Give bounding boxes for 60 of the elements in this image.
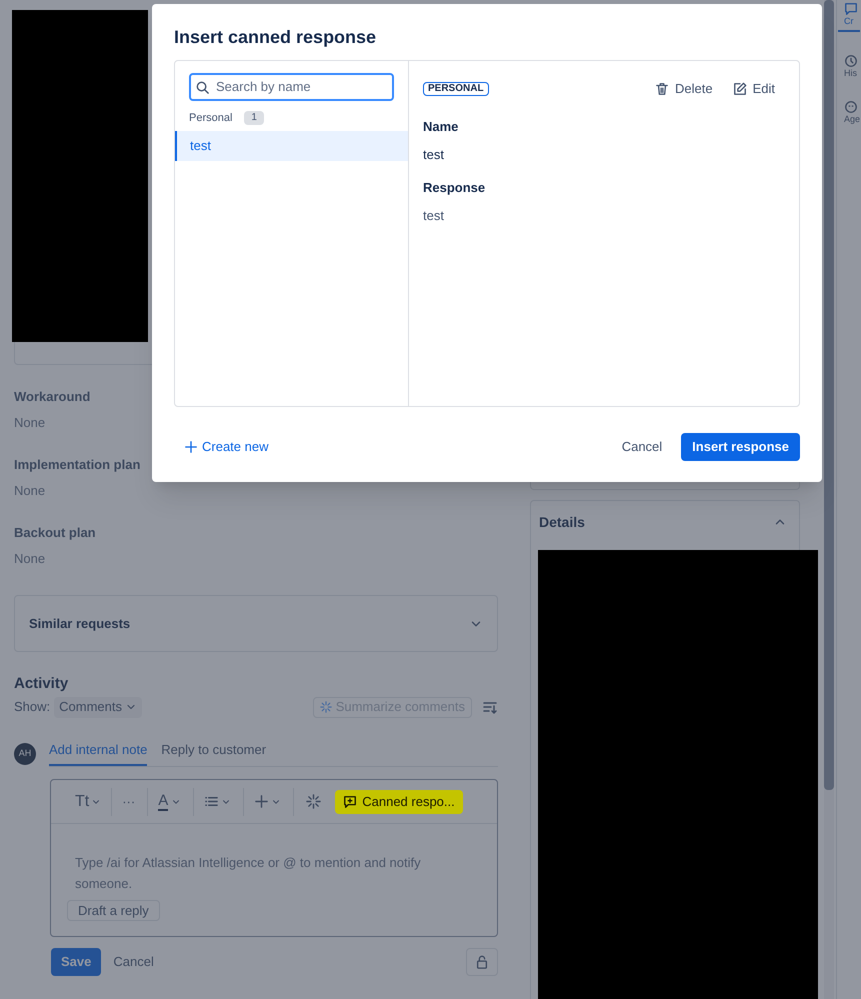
draft-reply-button[interactable]: Draft a reply: [67, 900, 160, 921]
scrollbar[interactable]: [824, 0, 834, 999]
list-item[interactable]: test: [175, 131, 408, 161]
chat-icon: [844, 2, 858, 16]
section-heading: Activity: [14, 674, 70, 694]
rail-item[interactable]: Cr: [838, 2, 860, 32]
avatar: AH: [14, 742, 36, 764]
dialog-title: Insert canned response: [174, 26, 378, 49]
text-style-button[interactable]: Tt: [71, 788, 106, 816]
field-value: test: [423, 206, 445, 224]
insert-response-button[interactable]: Insert response: [681, 433, 800, 461]
plus-icon: [254, 794, 270, 809]
field-value: None: [14, 482, 46, 500]
field-label: Response: [423, 179, 486, 197]
tab[interactable]: Reply to customer: [161, 740, 266, 766]
chat-plus-icon: [343, 794, 358, 808]
similar-requests-panel[interactable]: Similar requests: [14, 595, 498, 652]
sparkle-icon: [320, 701, 332, 713]
edit-icon: [732, 82, 747, 96]
rail-item[interactable]: His: [838, 54, 860, 78]
count-badge: 1: [244, 111, 264, 125]
unlock-icon: [475, 955, 489, 969]
field-label: Name: [423, 118, 460, 136]
cancel-button[interactable]: Cancel: [610, 433, 674, 461]
field-label: Workaround: [14, 388, 92, 406]
create-new-button[interactable]: Create new: [184, 437, 268, 457]
rail-label: Cr: [844, 16, 854, 26]
search-field[interactable]: Search by name: [189, 73, 394, 101]
category-badge: PERSONAL: [423, 82, 489, 96]
field-value: None: [14, 414, 46, 432]
save-button[interactable]: Save: [51, 948, 102, 976]
cancel-button[interactable]: Cancel: [101, 948, 166, 976]
edit-button[interactable]: Edit: [732, 79, 775, 99]
filter-dropdown[interactable]: Comments: [54, 696, 142, 718]
show-label: Show:: [14, 698, 50, 716]
search-input[interactable]: Search by name: [216, 77, 388, 97]
lock-button[interactable]: [466, 948, 498, 976]
rail-label: His: [844, 68, 857, 78]
delete-button[interactable]: Delete: [655, 79, 713, 99]
field-value: test: [423, 146, 445, 164]
canned-response-button[interactable]: Canned respo...: [335, 790, 463, 814]
trash-icon: [655, 82, 670, 96]
panel-title: Details: [539, 512, 585, 532]
panel-title: Similar requests: [29, 614, 130, 633]
rail-label: Age: [844, 114, 860, 124]
group-label: Personal: [189, 110, 232, 126]
rail-item[interactable]: Age: [838, 100, 860, 124]
search-icon: [195, 80, 210, 94]
plus-icon: [184, 440, 198, 454]
list-icon: [204, 794, 220, 809]
more-button[interactable]: ···: [111, 788, 146, 816]
clock-icon: [844, 54, 858, 68]
sparkle-icon: [306, 794, 322, 809]
field-label: Implementation plan: [14, 456, 142, 474]
field-value: None: [14, 550, 46, 568]
text-color-button[interactable]: A: [147, 788, 192, 816]
field-label: Backout plan: [14, 524, 97, 542]
text-input[interactable]: Type /ai for Atlassian Intelligence or @ to mention and notify someone.: [67, 852, 481, 898]
editor-field[interactable]: Tt ··· A Canned respo... Type /ai for Atlassian Intelligence or @ to mention and notify someone. Draft a reply: [50, 779, 498, 937]
tab[interactable]: Add internal note: [49, 740, 148, 766]
